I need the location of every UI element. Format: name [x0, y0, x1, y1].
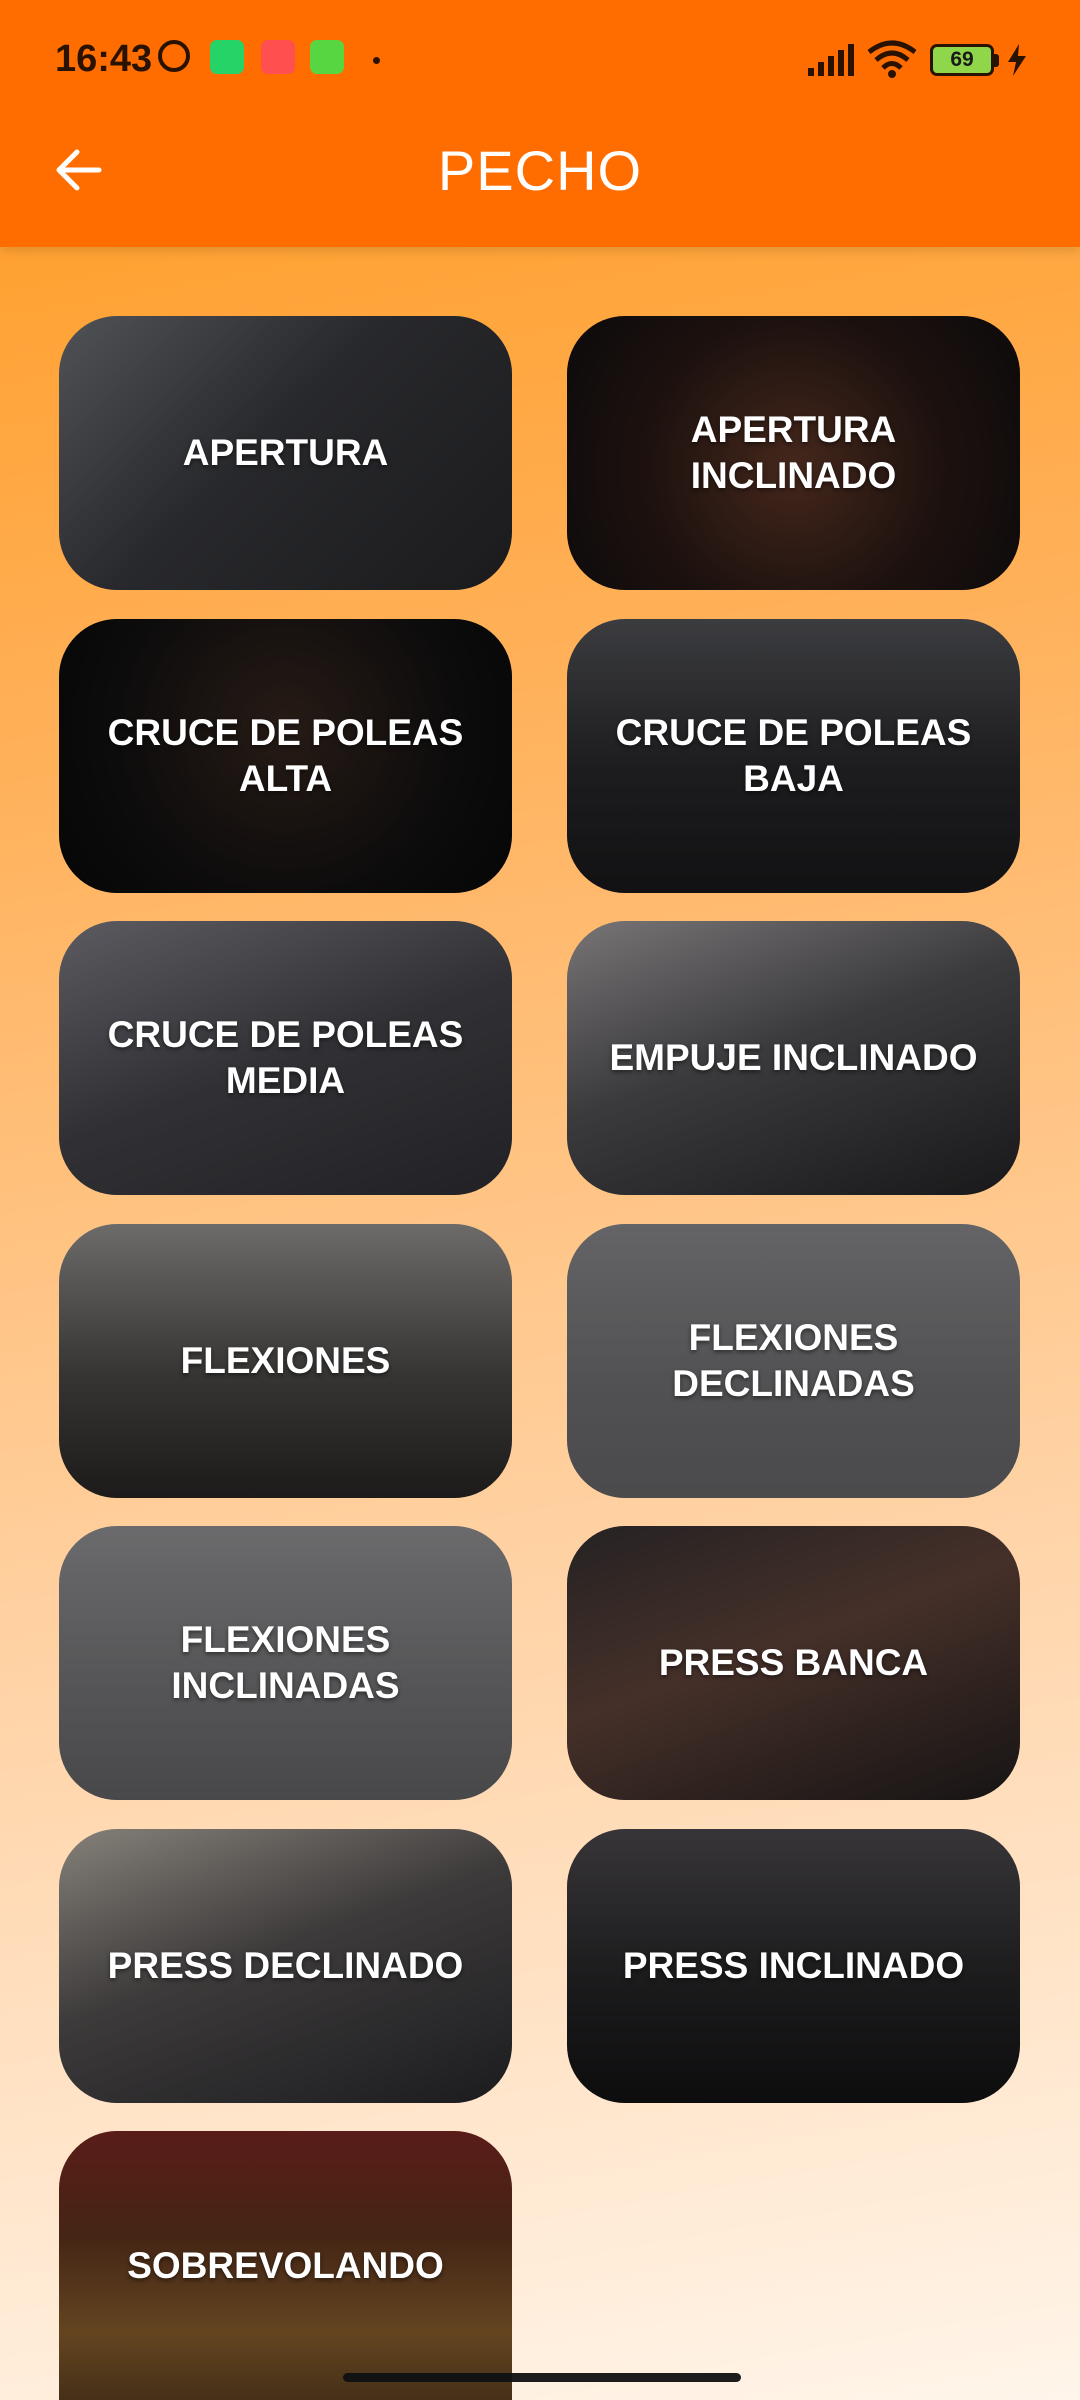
exercise-card-apertura-inclinado[interactable]: APERTURA INCLINADO [567, 316, 1020, 590]
exercise-card-flexiones-inclinadas[interactable]: FLEXIONES INCLINADAS [59, 1526, 512, 1800]
exercise-label: PRESS DECLINADO [107, 1945, 464, 1986]
exercise-label: EMPUJE INCLINADO [609, 1037, 978, 1078]
exercise-card-press-declinado[interactable]: PRESS DECLINADO [59, 1829, 512, 2103]
exercise-label: CRUCE DE POLEAS ALTA [107, 712, 464, 799]
exercise-label: PRESS BANCA [658, 1642, 929, 1683]
exercise-card-flexiones-declinadas[interactable]: FLEXIONES DECLINADAS [567, 1224, 1020, 1498]
exercise-card-cruce-poleas-baja[interactable]: CRUCE DE POLEAS BAJA [567, 619, 1020, 893]
exercise-label: FLEXIONES [180, 1340, 391, 1381]
exercise-label: FLEXIONES INCLINADAS [171, 1619, 400, 1706]
exercise-label: APERTURA [182, 432, 389, 473]
exercise-label: SOBREVOLANDO [127, 2244, 444, 2286]
exercise-card-cruce-poleas-alta[interactable]: CRUCE DE POLEAS ALTA [59, 619, 512, 893]
exercise-label: FLEXIONES DECLINADAS [672, 1317, 915, 1404]
exercise-card-press-banca[interactable]: PRESS BANCA [567, 1526, 1020, 1800]
exercise-label: CRUCE DE POLEAS MEDIA [107, 1014, 464, 1101]
exercise-label: CRUCE DE POLEAS BAJA [615, 712, 972, 799]
exercise-card-press-inclinado[interactable]: PRESS INCLINADO [567, 1829, 1020, 2103]
exercise-card-cruce-poleas-media[interactable]: CRUCE DE POLEAS MEDIA [59, 921, 512, 1195]
exercise-card-flexiones[interactable]: FLEXIONES [59, 1224, 512, 1498]
exercise-grid: APERTURA APERTURA INCLINADO CRUCE DE POL… [0, 0, 1080, 2400]
exercise-card-sobrevolando[interactable]: SOBREVOLANDO [59, 2131, 512, 2400]
exercise-card-apertura[interactable]: APERTURA [59, 316, 512, 590]
exercise-card-empuje-inclinado[interactable]: EMPUJE INCLINADO [567, 921, 1020, 1195]
exercise-label: PRESS INCLINADO [622, 1945, 965, 1986]
exercise-label: APERTURA INCLINADO [690, 409, 897, 496]
